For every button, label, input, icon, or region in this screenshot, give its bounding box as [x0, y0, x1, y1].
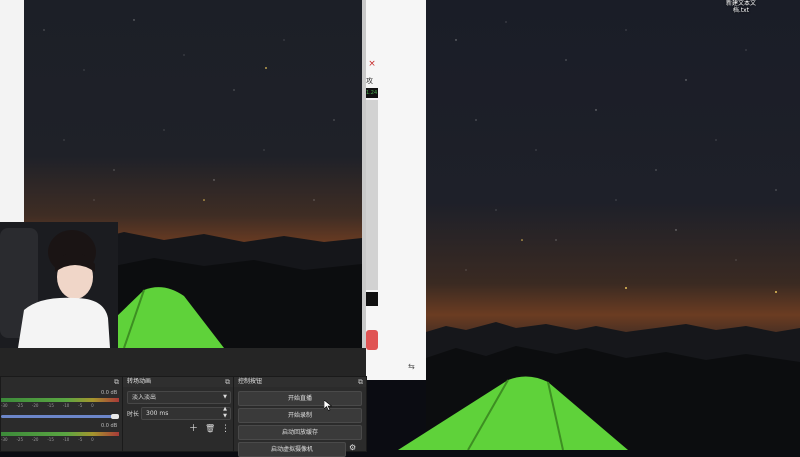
- tent-image: [398, 376, 628, 450]
- track1-meter: [1, 398, 119, 402]
- scale-tick: -30: [1, 437, 8, 442]
- duration-label: 时长: [127, 411, 140, 418]
- scale-tick: -15: [47, 403, 54, 408]
- window-red-button[interactable]: [366, 330, 378, 350]
- undock-icon[interactable]: ⧉: [358, 377, 363, 387]
- audio-mixer-panel: ⧉ 0.0 dB -30 -25 -20 -15 -10 -5 0 0.0 dB…: [0, 376, 123, 452]
- transitions-panel: 转场动画 ⧉ 淡入淡出 ▼ 时长 300 ms ▲ ▼ ＋ 🗑 ⋮: [122, 376, 234, 452]
- window-label-fragment: 攻程: [366, 77, 373, 85]
- transitions-title: 转场动画: [123, 377, 233, 387]
- webcam-person: [0, 222, 118, 348]
- scale-tick: -5: [78, 437, 83, 442]
- scale-tick: -10: [62, 437, 70, 442]
- chevron-down-icon: ▼: [223, 394, 227, 400]
- start-recording-button[interactable]: 开始录制: [238, 408, 362, 423]
- scale-tick: -20: [31, 437, 39, 442]
- track1-scale: -30 -25 -20 -15 -10 -5 0: [1, 403, 94, 408]
- duration-value: 300 ms: [146, 410, 169, 417]
- controls-panel: 控制按钮 ⧉ 开始直播 开始录制 启动回放缓存 启动虚拟摄像机 ⚙: [233, 376, 367, 457]
- obs-divider-bar: [0, 348, 366, 376]
- scale-tick: -25: [16, 403, 23, 408]
- window-dark-bar: [366, 292, 378, 306]
- trash-icon[interactable]: 🗑: [205, 424, 215, 434]
- more-options-icon[interactable]: ⋮: [221, 424, 230, 434]
- undock-icon[interactable]: ⧉: [225, 377, 230, 387]
- track2-db: 0.0 dB: [101, 423, 118, 429]
- sliders-icon[interactable]: ⇆: [408, 362, 420, 372]
- gear-icon[interactable]: ⚙: [349, 443, 356, 453]
- duration-spinbox[interactable]: 300 ms ▲ ▼: [141, 406, 231, 420]
- window-content-area: [366, 100, 378, 290]
- track1-volume-knob[interactable]: [111, 414, 119, 419]
- transition-select[interactable]: 淡入淡出 ▼: [127, 391, 231, 404]
- scale-tick: -10: [62, 403, 70, 408]
- desktop-file-icon[interactable]: 新建文本文 档.txt: [720, 0, 762, 18]
- window-status-fragment: 1.24: [366, 88, 378, 98]
- start-replay-buffer-button[interactable]: 启动回放缓存: [238, 425, 362, 440]
- desktop-file-label-line2: 档.txt: [732, 7, 750, 14]
- scale-tick: -30: [1, 403, 8, 408]
- controls-title: 控制按钮: [234, 377, 366, 387]
- track2-scale: -30 -25 -20 -15 -10 -5 0: [1, 437, 94, 442]
- scale-tick: -15: [47, 437, 54, 442]
- mouse-cursor-icon: [324, 400, 332, 411]
- scale-tick: 0: [91, 403, 94, 408]
- start-streaming-button[interactable]: 开始直播: [238, 391, 362, 406]
- scale-tick: 0: [91, 437, 94, 442]
- close-icon[interactable]: ×: [366, 58, 378, 70]
- scale-tick: -25: [16, 437, 23, 442]
- add-icon[interactable]: ＋: [189, 424, 198, 434]
- transition-select-value: 淡入淡出: [132, 394, 157, 401]
- webcam-feed: [0, 222, 118, 348]
- scale-tick: -5: [78, 403, 83, 408]
- desktop-file-label-line1: 新建文本文: [725, 0, 756, 7]
- spin-arrows-icon[interactable]: ▲ ▼: [223, 406, 227, 420]
- track1-db: 0.0 dB: [101, 390, 118, 396]
- undock-icon[interactable]: ⧉: [114, 377, 119, 387]
- track2-meter: [1, 432, 119, 436]
- track1-volume-slider[interactable]: [1, 415, 113, 418]
- scale-tick: -20: [31, 403, 39, 408]
